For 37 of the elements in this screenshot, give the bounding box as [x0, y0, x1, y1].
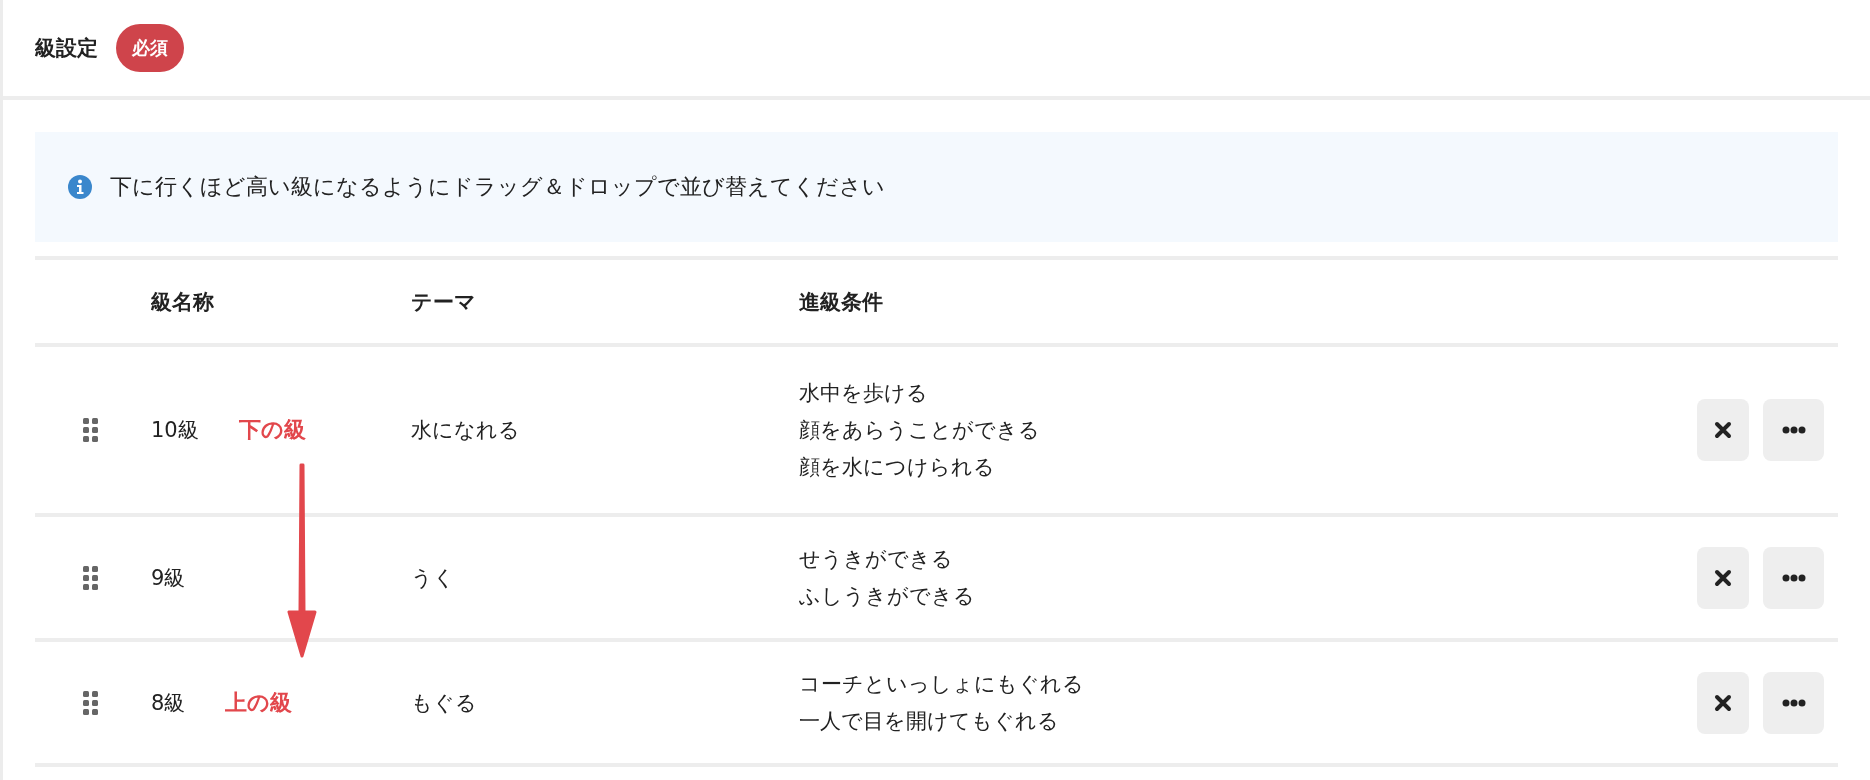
condition-text: 顔をあらうことができる [799, 416, 1041, 444]
annotation-label: 上の級 [225, 688, 293, 717]
condition-text: せうきができる [799, 545, 954, 573]
grade-theme: もぐる [411, 689, 478, 717]
close-icon [1714, 693, 1732, 712]
more-button[interactable] [1763, 399, 1824, 461]
condition-text: 一人で目を開けてもぐれる [799, 707, 1060, 735]
condition-text: ふしうきができる [799, 582, 976, 610]
info-icon [68, 175, 92, 199]
condition-text: 顔を水につけられる [799, 453, 996, 481]
more-icon [1781, 698, 1806, 707]
close-icon [1714, 421, 1732, 439]
drag-handle-icon[interactable] [83, 418, 99, 442]
grade-name: 9級 [151, 564, 186, 592]
more-icon [1781, 573, 1806, 582]
more-button[interactable] [1763, 671, 1824, 734]
grade-name: 10級 [151, 417, 199, 444]
column-header: 進級条件 [799, 288, 884, 316]
delete-button[interactable] [1697, 546, 1749, 609]
column-header: 級名称 [151, 288, 215, 316]
condition-text: 水中を歩ける [799, 379, 929, 407]
condition-text: コーチといっしょにもぐれる [799, 670, 1085, 698]
column-header: テーマ [411, 288, 477, 316]
close-icon [1714, 568, 1732, 587]
drag-handle-icon[interactable] [83, 565, 99, 590]
required-badge: 必須 [116, 24, 184, 72]
grade-name: 8級 [151, 689, 186, 717]
more-button[interactable] [1763, 546, 1824, 609]
section-title: 級設定 [35, 35, 98, 62]
delete-button[interactable] [1697, 399, 1749, 461]
delete-button[interactable] [1697, 671, 1749, 734]
annotation-label: 下の級 [238, 416, 306, 444]
drag-handle-icon[interactable] [83, 690, 99, 715]
info-text: 下に行くほど高い級になるようにドラッグ＆ドロップで並び替えてください [110, 173, 885, 201]
more-icon [1781, 426, 1806, 434]
grade-theme: うく [411, 564, 456, 592]
grade-theme: 水になれる [411, 417, 521, 444]
